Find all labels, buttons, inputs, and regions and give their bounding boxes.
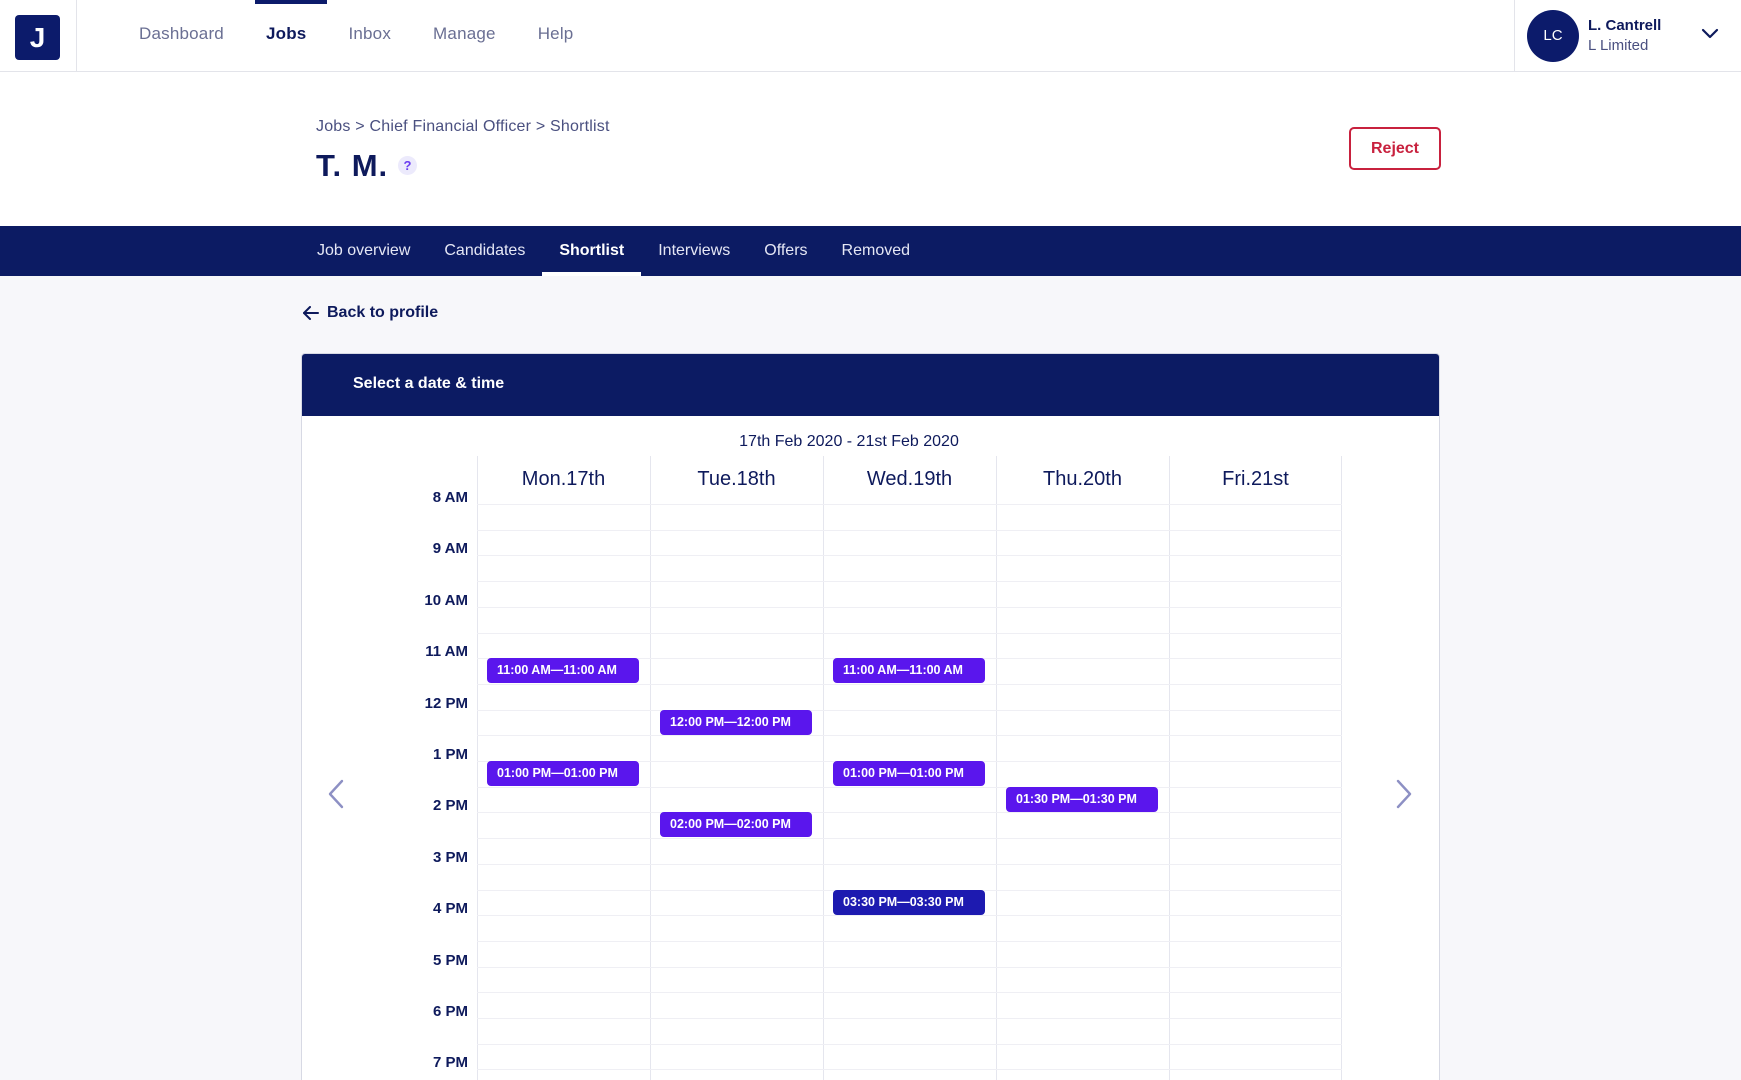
breadcrumb-separator: >	[355, 118, 365, 135]
grid-line	[477, 735, 1342, 737]
grid-line	[477, 581, 1342, 583]
breadcrumb-shortlist[interactable]: Shortlist	[550, 118, 610, 135]
hour-label: 8 AM	[432, 489, 468, 506]
grid-line	[477, 1069, 1342, 1071]
day-label: Tue.18th	[697, 468, 776, 490]
page-title: T. M.	[316, 148, 389, 183]
avatar[interactable]: LC	[1527, 10, 1579, 62]
hour-label: 5 PM	[432, 951, 468, 969]
user-menu[interactable]: LC L. Cantrell L Limited	[1514, 0, 1741, 72]
breadcrumb-job[interactable]: Chief Financial Officer	[369, 118, 531, 135]
reject-button[interactable]: Reject	[1349, 127, 1441, 170]
chevron-right-icon[interactable]	[1394, 778, 1414, 810]
tab-job-overview[interactable]: Job overview	[300, 226, 427, 276]
grid-line	[477, 940, 1342, 942]
nav-item-help[interactable]: Help	[517, 0, 595, 72]
tab-shortlist[interactable]: Shortlist	[542, 226, 642, 276]
breadcrumb: Jobs > Chief Financial Officer > Shortli…	[316, 118, 610, 136]
nav-item-inbox[interactable]: Inbox	[327, 0, 412, 72]
grid-line	[477, 709, 1342, 711]
day-label: Fri.21st	[1222, 468, 1289, 490]
tab-candidates[interactable]: Candidates	[427, 226, 542, 276]
day-column	[996, 456, 1169, 1080]
day-label: Mon.17th	[521, 468, 606, 490]
hour-label: 12 PM	[424, 694, 468, 712]
tab-bar: Job overview Candidates Shortlist Interv…	[0, 226, 1741, 276]
calendar-grid: Mon.17th Tue.18th Wed.19th Thu.20th Fri.21st…	[302, 354, 1439, 1080]
user-name: L. Cantrell	[1588, 17, 1662, 34]
grid-line	[477, 992, 1342, 994]
time-slot-button[interactable]: 12:00 PM—12:00 PM	[660, 709, 812, 735]
logo-cell: J	[0, 0, 77, 72]
breadcrumb-separator: >	[535, 118, 546, 135]
hour-label: 4 PM	[432, 900, 468, 918]
nav-item-manage[interactable]: Manage	[412, 0, 517, 72]
hour-label: 11 AM	[425, 643, 468, 661]
time-slot-button[interactable]: 01:00 PM—01:00 PM	[833, 761, 985, 786]
time-slot-button[interactable]: 01:30 PM—01:30 PM	[1006, 786, 1158, 812]
grid-line	[477, 966, 1342, 968]
time-slot-button[interactable]: 03:30 PM—03:30 PM	[833, 889, 985, 915]
chevron-left-icon[interactable]	[326, 778, 346, 810]
tab-interviews[interactable]: Interviews	[641, 226, 747, 276]
page-header: Jobs > Chief Financial Officer > Shortli…	[0, 72, 1741, 226]
day-label: Thu.20th	[1043, 468, 1122, 490]
hour-label: 3 PM	[432, 848, 468, 866]
grid-line	[477, 915, 1342, 917]
main-nav: Dashboard Jobs Inbox Manage Help	[118, 0, 594, 72]
day-label: Wed.19th	[866, 468, 953, 490]
question-circle-icon[interactable]: ?	[398, 156, 417, 175]
hour-label: 6 PM	[432, 1003, 468, 1020]
top-navigation: J Dashboard Jobs Inbox Manage Help LC L.…	[0, 0, 1741, 72]
grid-line	[477, 632, 1342, 634]
grid-line	[477, 1018, 1342, 1019]
hour-label: 10 AM	[424, 591, 468, 609]
scheduler-card: Select a date & time 17th Feb 2020 - 21s…	[301, 353, 1440, 1080]
breadcrumb-jobs[interactable]: Jobs	[316, 118, 351, 135]
grid-line	[477, 529, 1342, 531]
grid-line	[477, 838, 1342, 840]
grid-line	[477, 812, 1342, 814]
grid-line	[477, 863, 1342, 865]
arrow-left-icon	[303, 306, 319, 320]
back-label: Back to profile	[327, 304, 439, 321]
grid-line	[477, 786, 1342, 788]
user-company: L Limited	[1588, 37, 1649, 54]
nav-item-dashboard[interactable]: Dashboard	[118, 0, 245, 72]
grid-line	[477, 606, 1342, 608]
hour-label: 2 PM	[432, 797, 468, 815]
day-column	[650, 456, 823, 1080]
time-slot-button[interactable]: 01:00 PM—01:00 PM	[487, 761, 639, 786]
app-logo[interactable]: J	[15, 15, 60, 60]
grid-line	[477, 1043, 1342, 1045]
nav-item-jobs[interactable]: Jobs	[245, 0, 328, 72]
hour-label: 9 AM	[432, 540, 468, 558]
back-to-profile-link[interactable]: Back to profile	[303, 304, 438, 322]
time-slot-button[interactable]: 11:00 AM—11:00 AM	[833, 658, 985, 684]
time-slot-button[interactable]: 11:00 AM—11:00 AM	[487, 658, 639, 684]
grid-line	[477, 555, 1342, 557]
grid-line	[477, 683, 1342, 685]
hour-label: 1 PM	[432, 746, 468, 763]
time-slot-button[interactable]: 02:00 PM—02:00 PM	[660, 812, 812, 838]
chevron-down-icon[interactable]	[1701, 28, 1719, 40]
hour-label: 7 PM	[432, 1054, 468, 1072]
tab-offers[interactable]: Offers	[747, 226, 824, 276]
tab-removed[interactable]: Removed	[825, 226, 927, 276]
day-column	[1169, 456, 1342, 1080]
grid-line	[477, 504, 1342, 505]
